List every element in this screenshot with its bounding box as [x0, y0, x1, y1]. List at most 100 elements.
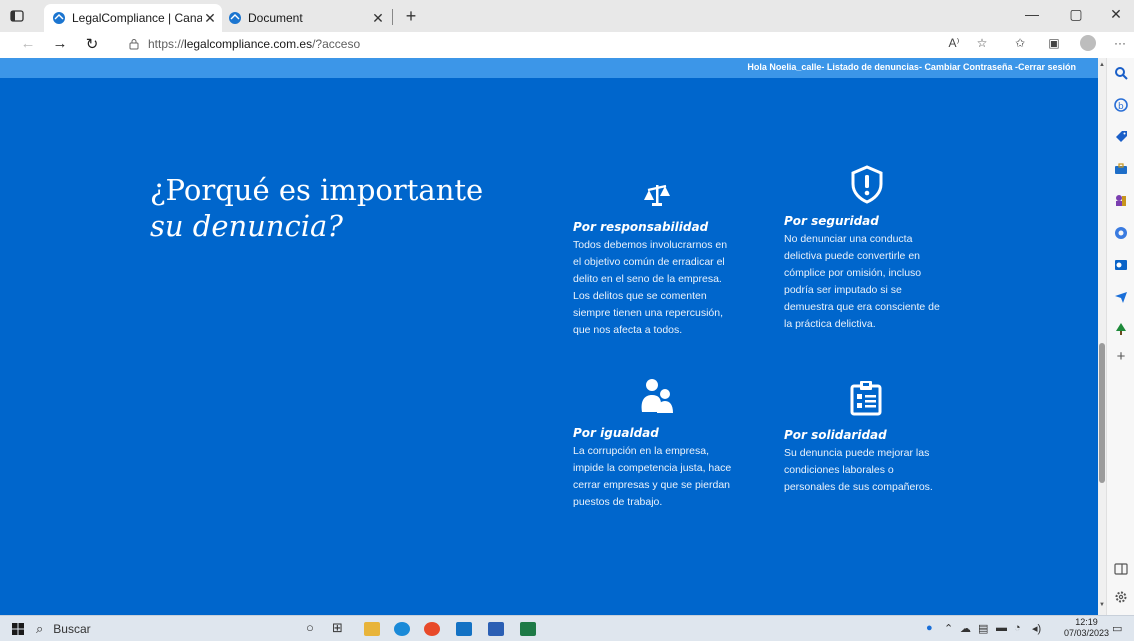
- site-favicon-icon: [53, 12, 65, 24]
- windows-taskbar: ⌕ Buscar ○ ⊞ ● ⌃ ☁ ▤ ▬ ◔ ◂) 12:19 07/03/…: [0, 615, 1134, 641]
- tab-close-icon[interactable]: ✕: [202, 10, 218, 27]
- top-user-strip: Hola Noelia_calle- Listado de denuncias-…: [0, 58, 1098, 78]
- feature-line: La corrupción en la empresa,: [573, 445, 709, 457]
- wifi-icon[interactable]: ◔: [1014, 622, 1021, 634]
- send-icon[interactable]: [1114, 290, 1128, 304]
- close-window-button[interactable]: ✕: [1106, 6, 1126, 23]
- page-scrollbar[interactable]: ▲ ▼: [1098, 58, 1106, 615]
- collections-icon[interactable]: ▣: [1044, 36, 1064, 50]
- help-icon[interactable]: ●: [926, 622, 933, 634]
- feature-text: La corrupción en la empresa, impide la c…: [573, 443, 743, 511]
- lock-icon: [129, 39, 139, 50]
- page-headline: ¿Porqué es importante su denuncia?: [150, 172, 483, 244]
- shield-alert-icon: [851, 165, 883, 204]
- split-screen-icon[interactable]: [1114, 562, 1128, 576]
- feature-text: Su denuncia puede mejorar las condicione…: [784, 445, 954, 496]
- outlook-app-icon[interactable]: [456, 622, 472, 636]
- feature-line: que nos afecta a todos.: [573, 324, 683, 336]
- feature-line: siempre tienen una repercusión,: [573, 307, 724, 319]
- gear-icon[interactable]: [1114, 590, 1128, 604]
- edge-app-icon[interactable]: [394, 622, 410, 636]
- feature-line: cerrar empresas y que se pierdan: [573, 479, 730, 491]
- tab-close-icon[interactable]: ✕: [370, 10, 386, 27]
- taskbar-search-label: Buscar: [53, 622, 91, 636]
- shopping-tag-icon[interactable]: [1114, 130, 1128, 144]
- feature-line: el objetivo común de erradicar el: [573, 256, 725, 268]
- feature-line: podría ser imputado si se: [784, 284, 902, 296]
- feature-line: demuestra que era consciente de: [784, 301, 940, 313]
- add-sidebar-app-icon[interactable]: +: [1114, 349, 1128, 364]
- restore-button[interactable]: ▢: [1066, 6, 1086, 23]
- back-button[interactable]: ←: [18, 35, 38, 52]
- read-aloud-icon[interactable]: A⁾: [944, 36, 964, 50]
- settings-more-icon[interactable]: ···: [1110, 36, 1130, 50]
- tree-icon[interactable]: [1114, 322, 1128, 336]
- edge-sidebar: b +: [1106, 58, 1134, 615]
- new-tab-button[interactable]: +: [401, 6, 421, 27]
- cloud-icon[interactable]: ☁: [960, 622, 971, 635]
- taskbar-search[interactable]: ⌕ Buscar: [36, 616, 276, 641]
- feature-title: Por igualdad: [573, 426, 659, 440]
- feature-line: cómplice por omisión, incluso: [784, 267, 922, 279]
- headline-line-1: ¿Porqué es importante: [150, 173, 484, 207]
- word-app-icon[interactable]: [488, 622, 504, 636]
- excel-app-icon[interactable]: [520, 622, 536, 636]
- show-hidden-icons[interactable]: ⌃: [944, 622, 953, 635]
- user-links[interactable]: Hola Noelia_calle- Listado de denuncias-…: [747, 62, 1076, 72]
- feature-line: Su denuncia puede mejorar las: [784, 447, 930, 459]
- outlook-icon[interactable]: [1114, 258, 1128, 272]
- cortana-icon[interactable]: ○: [306, 620, 314, 635]
- feature-text: No denunciar una conducta delictiva pued…: [784, 231, 954, 333]
- feature-title: Por seguridad: [784, 214, 879, 228]
- scroll-down-icon[interactable]: ▼: [1098, 602, 1106, 608]
- feature-title: Por responsabilidad: [573, 220, 709, 234]
- feature-responsabilidad: Por responsabilidad Todos debemos involu…: [573, 182, 743, 339]
- address-bar: ← → ↻ https://legalcompliance.com.es/?ac…: [0, 32, 1134, 58]
- taskbar-clock[interactable]: 12:19 07/03/2023: [1064, 617, 1109, 639]
- feature-line: delictiva puede convertirle en: [784, 250, 920, 262]
- tab-actions-icon[interactable]: [8, 7, 26, 25]
- office-icon[interactable]: [1114, 226, 1128, 240]
- bing-chat-icon[interactable]: b: [1114, 98, 1128, 112]
- url-prefix: https://: [148, 37, 185, 51]
- browser-tab-bar: LegalCompliance | Canal ético pa ✕ Docum…: [0, 0, 1134, 32]
- scales-icon: [644, 184, 670, 206]
- feature-text: Todos debemos involucrarnos en el objeti…: [573, 237, 743, 339]
- people-icon: [641, 379, 673, 413]
- reload-button[interactable]: ↻: [82, 35, 102, 53]
- tools-briefcase-icon[interactable]: [1114, 162, 1128, 176]
- url-domain: legalcompliance.com.es: [184, 37, 313, 51]
- minimize-button[interactable]: —: [1022, 6, 1042, 22]
- windows-start-icon[interactable]: [12, 623, 24, 635]
- clipboard-list-icon: [850, 381, 882, 416]
- web-page: Hola Noelia_calle- Listado de denuncias-…: [0, 58, 1098, 615]
- forward-button[interactable]: →: [50, 35, 70, 52]
- battery-icon[interactable]: ▬: [996, 622, 1007, 634]
- games-icon[interactable]: [1114, 194, 1128, 208]
- clock-time: 12:19: [1075, 617, 1098, 627]
- file-explorer-icon[interactable]: [364, 622, 380, 636]
- volume-icon[interactable]: ◂): [1032, 622, 1041, 635]
- add-favorite-icon[interactable]: ☆: [972, 36, 992, 50]
- tab-title: Document: [248, 11, 303, 25]
- search-icon[interactable]: [1114, 66, 1128, 80]
- svg-text:b: b: [1118, 102, 1124, 112]
- profile-avatar[interactable]: [1080, 35, 1096, 51]
- feature-solidaridad: Por solidaridad Su denuncia puede mejora…: [784, 380, 954, 496]
- favorites-icon[interactable]: ✩: [1010, 36, 1030, 50]
- scroll-up-icon[interactable]: ▲: [1098, 62, 1106, 68]
- tab-legalcompliance[interactable]: LegalCompliance | Canal ético pa ✕: [44, 4, 222, 32]
- url-field[interactable]: https://legalcompliance.com.es/?acceso: [128, 37, 360, 51]
- scrollbar-thumb[interactable]: [1099, 343, 1105, 483]
- task-view-icon[interactable]: ⊞: [332, 620, 343, 636]
- site-favicon-icon: [229, 12, 241, 24]
- feature-igualdad: Por igualdad La corrupción en la empresa…: [573, 378, 743, 511]
- chrome-app-icon[interactable]: [424, 622, 440, 636]
- meet-now-icon[interactable]: ▤: [978, 622, 988, 635]
- feature-line: delito en el seno de la empresa.: [573, 273, 722, 285]
- tab-document[interactable]: Document ✕: [222, 4, 390, 32]
- tab-separator: [392, 9, 393, 25]
- feature-line: personales de sus compañeros.: [784, 481, 933, 493]
- feature-line: No denunciar una conducta: [784, 233, 913, 245]
- notifications-icon[interactable]: ▭: [1112, 622, 1122, 635]
